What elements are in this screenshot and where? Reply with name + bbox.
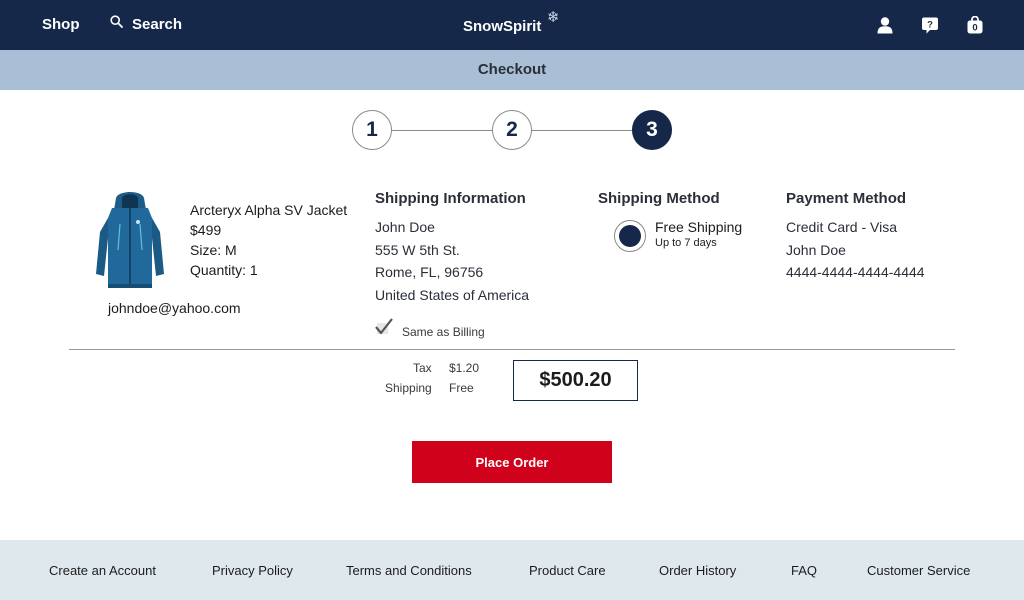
footer-link-terms[interactable]: Terms and Conditions [346, 563, 472, 578]
shipping-cost-value: Free [449, 381, 474, 395]
shipping-street: 555 W 5th St. [375, 241, 460, 258]
bag-icon[interactable]: 0 [965, 15, 985, 35]
product-quantity: Quantity: 1 [190, 262, 258, 278]
product-jacket-image [94, 188, 166, 292]
checkmark-icon [374, 318, 394, 341]
shipping-address: John Doe 555 W 5th St. Rome, FL, 96756 U… [375, 216, 529, 307]
product-price: $499 [190, 222, 222, 238]
search-label: Search [132, 15, 183, 33]
footer: Create an Account Privacy Policy Terms a… [0, 540, 1024, 600]
shipping-option-name: Free Shipping [655, 219, 743, 235]
shipping-name: John Doe [375, 219, 435, 235]
payment-details: Credit Card - Visa John Doe 4444-4444-44… [786, 216, 925, 284]
product-details: Arcteryx Alpha SV Jacket $499 Size: M Qu… [190, 200, 347, 280]
step-3-active[interactable]: 3 [632, 110, 672, 150]
shipping-city: Rome, FL, 96756 [375, 264, 484, 281]
footer-link-faq[interactable]: FAQ [791, 563, 817, 578]
product-size: Size: M [190, 242, 237, 258]
checkout-title: Checkout [477, 61, 547, 78]
same-as-billing-checkbox[interactable]: Same as Billing [374, 318, 485, 341]
step-2[interactable]: 2 [492, 110, 532, 150]
step-1[interactable]: 1 [352, 110, 392, 150]
product-name: Arcteryx Alpha SV Jacket [190, 202, 348, 218]
same-as-billing-label: Same as Billing [402, 324, 485, 339]
tax-value: $1.20 [449, 361, 480, 375]
payment-name: John Doe [786, 241, 846, 258]
footer-link-create-account[interactable]: Create an Account [49, 563, 156, 578]
order-total: $500.20 [513, 360, 638, 401]
section-divider [69, 349, 955, 350]
footer-link-order-history[interactable]: Order History [659, 563, 736, 578]
shipping-option[interactable]: Free Shipping Up to 7 days [655, 219, 742, 250]
radio-selected-dot [619, 225, 641, 247]
brand-logo[interactable]: SnowSpirit [463, 18, 541, 35]
help-mark: ? [927, 19, 933, 30]
card-number: 4444-4444-4444-4444 [786, 264, 925, 281]
user-icon[interactable] [875, 15, 895, 35]
snowflake-icon: ❄ [547, 9, 560, 26]
payment-method-heading: Payment Method [786, 190, 907, 207]
customer-email: johndoe@yahoo.com [108, 300, 241, 316]
footer-link-privacy-policy[interactable]: Privacy Policy [212, 563, 293, 578]
shop-link[interactable]: Shop [42, 16, 80, 33]
free-shipping-radio[interactable] [614, 220, 646, 252]
shipping-info-heading: Shipping Information [375, 190, 526, 207]
tax-label: Tax [413, 361, 432, 375]
help-icon[interactable]: ? [920, 15, 940, 35]
checkout-title-bar: Checkout [0, 50, 1024, 90]
footer-link-product-care[interactable]: Product Care [529, 563, 606, 578]
shipping-option-detail: Up to 7 days [655, 237, 717, 249]
shipping-country: United States of America [375, 287, 530, 304]
place-order-button[interactable]: Place Order [412, 441, 612, 483]
search-icon [110, 15, 123, 33]
payment-type: Credit Card - Visa [786, 219, 898, 235]
stepper-connector [531, 130, 633, 131]
top-navigation: Shop Search SnowSpirit ❄ ? 0 [0, 0, 1024, 50]
bag-count: 0 [972, 23, 977, 34]
footer-link-customer-service[interactable]: Customer Service [867, 563, 970, 578]
checkout-stepper: 1 2 3 [0, 110, 1024, 152]
search-button[interactable]: Search [110, 15, 182, 33]
shipping-method-heading: Shipping Method [598, 190, 720, 207]
stepper-connector [391, 130, 492, 131]
shipping-cost-label: Shipping [385, 381, 432, 395]
